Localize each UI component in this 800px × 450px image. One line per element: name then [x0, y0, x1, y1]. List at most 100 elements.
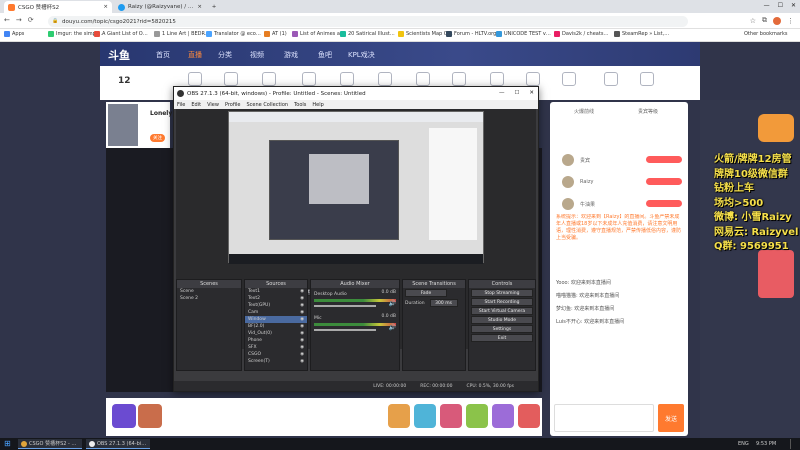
gift-badge[interactable]: [646, 178, 682, 185]
source-item[interactable]: Phone ◉: [245, 337, 307, 344]
category-icon[interactable]: [490, 72, 504, 86]
maximize-icon[interactable]: ☐: [778, 2, 783, 9]
source-item[interactable]: Screen(T) ◉: [245, 358, 307, 364]
obs-close-icon[interactable]: ✕: [529, 90, 534, 96]
forward-icon[interactable]: →: [16, 16, 22, 24]
avatar[interactable]: [108, 104, 138, 146]
eye-icon[interactable]: ◉: [300, 351, 304, 358]
site-logo[interactable]: 斗鱼: [108, 47, 130, 63]
taskbar-chrome[interactable]: CSGO 赞槽杯S2 - Go...: [18, 439, 82, 449]
avatar[interactable]: [562, 176, 574, 188]
other-bookmarks[interactable]: Other bookmarks: [744, 31, 787, 37]
browser-tab-twitter[interactable]: Raizy (@Raizyvane) / Twitter ×: [114, 1, 206, 13]
gift-badge[interactable]: [646, 200, 682, 207]
chat-tab-0[interactable]: 火爆前线: [574, 108, 594, 115]
category-icon[interactable]: [340, 72, 354, 86]
obs-menu-item[interactable]: Tools: [294, 102, 306, 108]
avatar[interactable]: [562, 154, 574, 166]
extension-icon[interactable]: ⧉: [762, 16, 767, 25]
speaker-icon[interactable]: 🔊: [389, 324, 396, 331]
gift-icon[interactable]: [112, 404, 136, 428]
control-button[interactable]: Studio Mode: [471, 316, 533, 324]
category-icon[interactable]: [302, 72, 316, 86]
reload-icon[interactable]: ⟳: [28, 16, 34, 24]
gift-icon[interactable]: [414, 404, 436, 428]
obs-menu-item[interactable]: Help: [312, 102, 323, 108]
category-icon[interactable]: [526, 72, 540, 86]
scene-item[interactable]: Scene: [177, 288, 241, 295]
browser-tab-csgo[interactable]: CSGO 赞槽杯S2 ×: [4, 1, 112, 13]
source-item[interactable]: CSGO ◉: [245, 351, 307, 358]
scene-item[interactable]: Scene 2: [177, 295, 241, 302]
source-item[interactable]: Window ◉: [245, 316, 307, 323]
gift-icon[interactable]: [492, 404, 514, 428]
avatar[interactable]: [562, 198, 574, 210]
start-icon[interactable]: ⊞: [4, 439, 11, 448]
eye-icon[interactable]: ◉: [300, 358, 304, 364]
bookmark-item[interactable]: 1 Line Art | BEDRIN...: [154, 31, 210, 37]
bookmark-item[interactable]: Forum - HLTV.org: [446, 31, 496, 37]
close-tab-icon[interactable]: ×: [197, 4, 202, 10]
close-tab-icon[interactable]: ×: [103, 4, 108, 10]
eye-icon[interactable]: ◉: [300, 344, 304, 351]
volume-slider[interactable]: [314, 329, 376, 331]
control-button[interactable]: Settings: [471, 325, 533, 333]
chat-tab-1[interactable]: 贵宾等级: [638, 108, 658, 115]
duration-input[interactable]: 300 ms: [429, 299, 458, 307]
bookmark-item[interactable]: UNICODE TEST v4...: [496, 31, 552, 37]
chat-input[interactable]: [554, 404, 654, 432]
profile-icon[interactable]: [773, 16, 781, 25]
bookmark-item[interactable]: A Giant List of Over...: [94, 31, 150, 37]
category-icon[interactable]: [378, 72, 392, 86]
obs-menu-item[interactable]: Scene Collection: [246, 102, 288, 108]
obs-menu-item[interactable]: Profile: [225, 102, 241, 108]
star-icon[interactable]: ☆: [750, 17, 756, 25]
bookmark-item[interactable]: Davis2k / cheatsec...: [554, 31, 610, 37]
nav-item[interactable]: KPL戏决: [348, 50, 375, 60]
source-item[interactable]: BF(2.0) ◉: [245, 323, 307, 330]
obs-menu-item[interactable]: View: [207, 102, 219, 108]
eye-icon[interactable]: ◉: [300, 323, 304, 330]
category-icon[interactable]: [640, 72, 654, 86]
url-field[interactable]: 🔒 douyu.com/topic/csgo2021?rid=5820215: [48, 16, 688, 27]
category-icon[interactable]: [188, 72, 202, 86]
obs-menu-item[interactable]: File: [177, 102, 185, 108]
send-button[interactable]: 发送: [658, 404, 684, 432]
eye-icon[interactable]: ◉: [300, 309, 304, 316]
taskbar-obs[interactable]: OBS 27.1.3 (64-bit, wi...: [86, 439, 150, 449]
source-item[interactable]: Cam ◉: [245, 309, 307, 316]
menu-icon[interactable]: ⋮: [787, 17, 794, 25]
bookmark-item[interactable]: SteamRep » List, Bo...: [614, 31, 670, 37]
control-button[interactable]: Exit: [471, 334, 533, 342]
source-item[interactable]: Vid_Out(0) ◉: [245, 330, 307, 337]
follow-button[interactable]: 关注: [150, 134, 165, 142]
speaker-icon[interactable]: 🔊: [389, 300, 396, 307]
nav-item[interactable]: 游戏: [284, 50, 298, 60]
bookmark-item[interactable]: AT (1): [264, 31, 287, 37]
gift-icon[interactable]: [518, 404, 540, 428]
gift-icon[interactable]: [440, 404, 462, 428]
eye-icon[interactable]: ◉: [300, 330, 304, 337]
chat-user-name[interactable]: 贵宾: [580, 157, 590, 164]
source-item[interactable]: SFX ◉: [245, 344, 307, 351]
language-indicator[interactable]: ENG: [738, 441, 749, 447]
bookmark-item[interactable]: Translator @ econto...: [206, 31, 262, 37]
gift-badge[interactable]: [646, 156, 682, 163]
nav-item[interactable]: 直播: [188, 50, 202, 60]
eye-icon[interactable]: ◉: [300, 288, 304, 295]
event-badge-icon[interactable]: [758, 114, 794, 142]
close-window-icon[interactable]: ✕: [791, 2, 796, 9]
chat-user-name[interactable]: Raizy: [580, 179, 593, 185]
category-icon[interactable]: [604, 72, 618, 86]
gift-icon[interactable]: [138, 404, 162, 428]
category-icon[interactable]: [262, 72, 276, 86]
new-tab-button[interactable]: +: [208, 1, 220, 13]
nav-item[interactable]: 首页: [156, 50, 170, 60]
source-item[interactable]: Text(GPU) ◉: [245, 302, 307, 309]
nav-item[interactable]: 分类: [218, 50, 232, 60]
show-desktop-button[interactable]: [790, 439, 794, 449]
gift-icon[interactable]: [388, 404, 410, 428]
minimize-icon[interactable]: —: [764, 2, 770, 9]
transition-select[interactable]: Fade: [405, 289, 447, 297]
source-item[interactable]: Text2 ◉: [245, 295, 307, 302]
